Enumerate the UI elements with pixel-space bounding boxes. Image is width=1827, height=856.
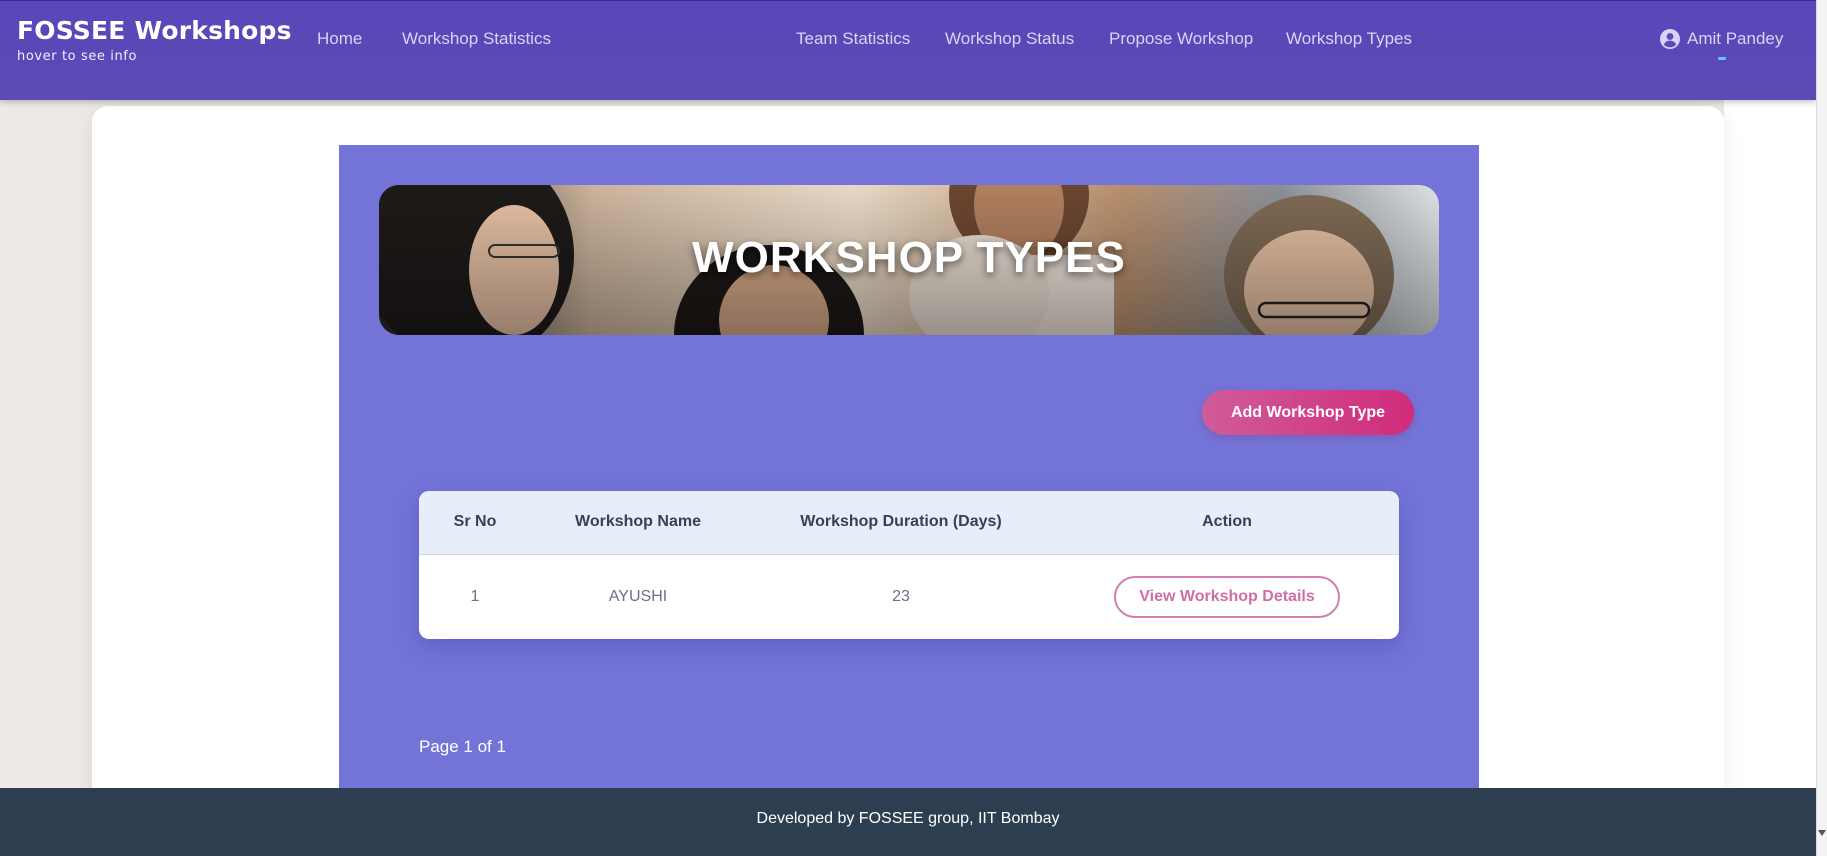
app-window: FOSSEE Workshops hover to see info Home …: [0, 0, 1827, 856]
vertical-scrollbar[interactable]: [1816, 0, 1827, 856]
column-header-workshop-name: Workshop Name: [575, 513, 701, 530]
nav-link-team-statistics[interactable]: Team Statistics: [796, 29, 910, 49]
workshop-types-table: Sr No Workshop Name Workshop Duration (D…: [419, 491, 1399, 639]
top-navbar: FOSSEE Workshops hover to see info Home …: [0, 0, 1816, 100]
view-workshop-details-button[interactable]: View Workshop Details: [1114, 576, 1340, 618]
pagination-status: Page 1 of 1: [419, 737, 506, 756]
brand-title: FOSSEE Workshops: [17, 16, 292, 45]
footer-text: Developed by FOSSEE group, IIT Bombay: [756, 810, 1060, 827]
page-background-right: [1724, 99, 1816, 789]
scroll-down-arrow-icon[interactable]: [1818, 830, 1826, 836]
page-title: WORKSHOP TYPES: [692, 233, 1126, 282]
brand-subtitle: hover to see info: [17, 49, 138, 64]
user-circle-icon: [1660, 29, 1680, 49]
nav-link-workshop-statistics[interactable]: Workshop Statistics: [402, 29, 551, 49]
brand-logo[interactable]: FOSSEE Workshops hover to see info: [17, 15, 292, 64]
nav-link-home[interactable]: Home: [317, 29, 362, 49]
cell-sr-no: 1: [470, 588, 480, 605]
user-name: Amit Pandey: [1687, 29, 1784, 48]
cell-workshop-name: AYUSHI: [608, 588, 668, 605]
add-workshop-type-button[interactable]: Add Workshop Type: [1202, 390, 1414, 435]
column-header-sr-no: Sr No: [453, 513, 497, 530]
footer: Developed by FOSSEE group, IIT Bombay: [0, 788, 1816, 856]
hero-banner: WORKSHOP TYPES: [379, 185, 1439, 335]
dropdown-caret-icon[interactable]: [1718, 57, 1726, 60]
column-header-action: Action: [1202, 513, 1252, 530]
nav-link-workshop-types[interactable]: Workshop Types: [1286, 29, 1412, 49]
nav-link-workshop-status[interactable]: Workshop Status: [945, 29, 1074, 49]
user-menu[interactable]: Amit Pandey: [1660, 29, 1783, 49]
nav-link-propose-workshop[interactable]: Propose Workshop: [1109, 29, 1253, 49]
column-header-duration: Workshop Duration (Days): [800, 513, 1002, 530]
table-header-row: Sr No Workshop Name Workshop Duration (D…: [419, 491, 1399, 555]
cell-duration: 23: [892, 588, 910, 605]
